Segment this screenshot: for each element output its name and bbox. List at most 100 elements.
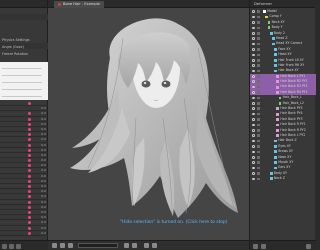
lock-icon[interactable] <box>257 15 260 19</box>
keyframe-icon[interactable] <box>28 185 31 188</box>
lock-icon[interactable] <box>257 21 260 24</box>
keyframe-icon[interactable] <box>28 195 31 199</box>
keyframe-icon[interactable] <box>28 169 31 173</box>
lock-icon[interactable] <box>257 145 260 148</box>
lock-icon[interactable] <box>257 31 260 35</box>
eye-icon[interactable] <box>252 112 255 116</box>
lock-icon[interactable] <box>257 128 260 132</box>
eye-icon[interactable] <box>252 58 255 62</box>
keyframe-icon[interactable] <box>28 164 31 168</box>
keyframe-icon[interactable] <box>28 159 31 163</box>
folder-icon[interactable] <box>9 243 14 249</box>
lock-icon[interactable] <box>257 48 260 51</box>
keyframe-icon[interactable] <box>28 216 31 220</box>
keyframe-icon[interactable] <box>28 143 31 147</box>
delete-icon[interactable] <box>16 243 21 249</box>
close-icon[interactable] <box>58 2 61 6</box>
keyframe-icon[interactable] <box>28 190 31 194</box>
canvas-viewport[interactable]: Bone Hair - Example "Hide selection" is … <box>48 0 249 250</box>
keyframe-icon[interactable] <box>28 117 31 121</box>
lock-icon[interactable] <box>257 161 260 164</box>
eye-icon[interactable] <box>252 31 255 35</box>
grid-icon[interactable] <box>52 243 57 248</box>
lock-icon[interactable] <box>257 37 260 40</box>
lock-icon[interactable] <box>257 75 260 78</box>
eye-icon[interactable] <box>252 155 255 159</box>
lock-icon[interactable] <box>257 91 260 94</box>
lock-icon[interactable] <box>257 134 260 137</box>
keyframe-icon[interactable] <box>28 148 31 152</box>
keyframe-icon[interactable] <box>28 133 31 137</box>
lock-icon[interactable] <box>257 102 260 105</box>
eye-icon[interactable] <box>252 64 255 67</box>
lock-icon[interactable] <box>257 118 260 121</box>
eye-icon[interactable] <box>252 118 255 121</box>
keyframe-icon[interactable] <box>28 210 31 214</box>
lock-icon[interactable] <box>257 85 260 89</box>
folder-icon[interactable] <box>261 243 266 249</box>
lock-icon[interactable] <box>257 42 260 46</box>
eye-icon[interactable] <box>252 80 255 84</box>
fit-icon[interactable] <box>60 243 65 248</box>
eye-icon[interactable] <box>252 69 255 73</box>
eye-icon[interactable] <box>252 53 255 57</box>
eye-icon[interactable] <box>252 161 255 164</box>
lock-icon[interactable] <box>257 10 260 13</box>
eye-icon[interactable] <box>252 145 255 148</box>
eye-icon[interactable] <box>252 37 255 40</box>
eye-icon[interactable] <box>252 123 255 127</box>
new-deformer-icon[interactable] <box>253 243 258 249</box>
lock-icon[interactable] <box>257 26 260 30</box>
eye-icon[interactable] <box>252 75 255 78</box>
add-icon[interactable] <box>2 243 7 249</box>
keyframe-icon[interactable] <box>28 138 31 142</box>
eye-icon[interactable] <box>252 128 255 132</box>
keyframe-icon[interactable] <box>28 122 31 126</box>
lock-icon[interactable] <box>257 64 260 67</box>
keyframe-icon[interactable] <box>28 205 31 209</box>
lock-icon[interactable] <box>257 139 260 143</box>
eye-icon[interactable] <box>252 85 255 89</box>
eye-icon[interactable] <box>252 91 255 94</box>
eye-icon[interactable] <box>252 107 255 111</box>
lock-icon[interactable] <box>257 53 260 57</box>
flip-icon[interactable] <box>152 243 157 248</box>
lock-icon[interactable] <box>257 112 260 116</box>
lock-icon[interactable] <box>257 58 260 62</box>
lock-icon[interactable] <box>257 177 260 181</box>
lock-icon[interactable] <box>257 107 260 111</box>
lock-icon[interactable] <box>257 166 260 170</box>
lock-icon[interactable] <box>257 150 260 154</box>
lock-icon[interactable] <box>257 80 260 84</box>
zoom-field[interactable] <box>78 243 118 248</box>
eye-icon[interactable] <box>252 134 255 137</box>
keyframe-icon[interactable] <box>28 179 31 183</box>
keyframe-icon[interactable] <box>28 174 31 178</box>
eye-icon[interactable] <box>252 21 255 24</box>
hide-selection-notice[interactable]: "Hide selection" is turned on. (Click he… <box>120 220 228 225</box>
eye-icon[interactable] <box>252 42 255 46</box>
timeline-row[interactable]: 0.0 <box>0 231 48 236</box>
eye-icon[interactable] <box>252 166 255 170</box>
keyframe-icon[interactable] <box>28 200 31 204</box>
keyframe-icon[interactable] <box>28 102 31 105</box>
eye-icon[interactable] <box>252 139 255 143</box>
lock-icon[interactable] <box>257 96 260 100</box>
eye-icon[interactable] <box>252 150 255 154</box>
keyframe-icon[interactable] <box>28 153 31 157</box>
eye-icon[interactable] <box>252 26 255 30</box>
eye-icon[interactable] <box>252 172 255 175</box>
deformer-item[interactable]: Neck Z <box>250 176 316 181</box>
eye-icon[interactable] <box>252 10 255 13</box>
lock-icon[interactable] <box>257 155 260 159</box>
eye-icon[interactable] <box>252 48 255 51</box>
reset-icon[interactable] <box>68 243 73 248</box>
keyframe-icon[interactable] <box>28 112 31 116</box>
keyframe-icon[interactable] <box>28 127 31 131</box>
zoom-out-icon[interactable] <box>124 243 129 248</box>
keyframe-icon[interactable] <box>28 226 31 230</box>
parameter-graph[interactable] <box>0 62 48 100</box>
hair-model-figure[interactable] <box>48 8 249 240</box>
keyframe-icon[interactable] <box>28 231 31 235</box>
lock-icon[interactable] <box>257 123 260 127</box>
